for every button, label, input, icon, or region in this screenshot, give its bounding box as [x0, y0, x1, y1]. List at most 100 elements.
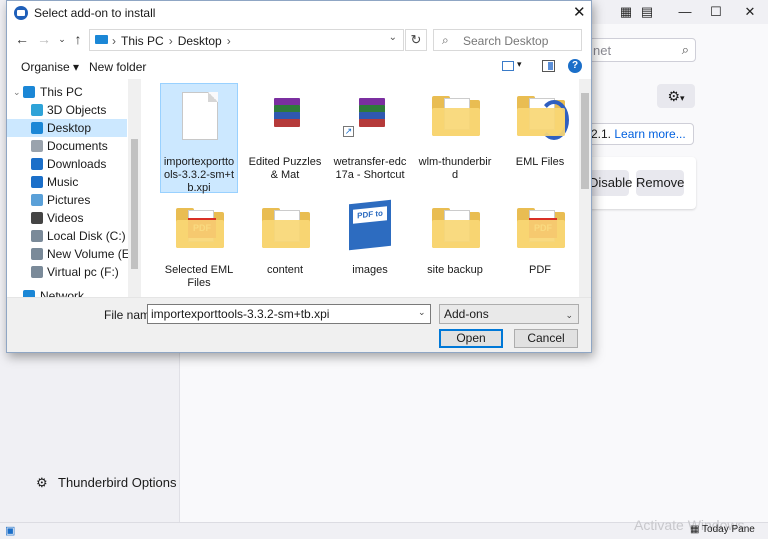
change-view-icon[interactable] — [502, 61, 514, 71]
nav-item-this-pc[interactable]: ⌄ This PC — [7, 83, 127, 101]
file-type-select[interactable]: Add-ons ⌄ — [439, 304, 579, 324]
file-item[interactable]: PDF PDF — [501, 197, 578, 297]
file-name-label: Edited Puzzles & Mat — [248, 156, 322, 181]
pdf-book-icon: PDF to — [349, 199, 391, 251]
breadcrumb-this-pc[interactable]: This PC — [121, 34, 164, 48]
file-item[interactable]: wlm-thunderbird — [416, 83, 494, 193]
nav-item-videos[interactable]: Videos — [7, 209, 127, 227]
chevron-down-icon[interactable]: ⌄ — [389, 32, 397, 43]
tools-gear-button[interactable]: ⚙▾ — [657, 84, 695, 108]
file-item[interactable]: PDF to images — [331, 197, 409, 297]
file-name-label: importexporttools-3.3.2-sm+tb.xpi — [163, 156, 235, 194]
minimize-icon[interactable]: — — [676, 3, 694, 21]
pc-icon — [95, 35, 108, 44]
folder-icon — [517, 96, 569, 140]
pictures-icon — [31, 194, 43, 206]
refresh-button[interactable]: ↻ — [405, 29, 427, 51]
document-icon — [182, 92, 218, 140]
search-desktop-input[interactable]: ⌕ Search Desktop — [433, 29, 582, 51]
music-icon — [31, 176, 43, 188]
nav-item-local-disk-c[interactable]: Local Disk (C:) — [7, 227, 127, 245]
file-name-label: Selected EML Files — [164, 264, 234, 289]
file-item[interactable]: importexporttools-3.3.2-sm+tb.xpi — [160, 83, 238, 194]
tasks-icon[interactable]: ▤ — [638, 3, 656, 21]
file-item[interactable]: EML Files — [501, 83, 578, 193]
select-addon-dialog: Select add-on to install ✕ ← → ⌄ ↑ › This… — [6, 0, 592, 353]
nav-item-label: Downloads — [47, 157, 107, 171]
organise-button[interactable]: Organise ▾ — [21, 60, 79, 74]
file-item[interactable]: content — [246, 197, 324, 297]
folder-front — [176, 220, 224, 248]
file-name-label: EML Files — [515, 156, 565, 168]
nav-item-label: Virtual pc (F:) — [47, 265, 119, 279]
maximize-icon[interactable]: ☐ — [707, 3, 725, 21]
archive-stripe — [274, 119, 300, 127]
address-bar[interactable]: › This PC › Desktop › ⌄ — [89, 29, 404, 51]
nav-item-new-volume-e[interactable]: New Volume (E:) — [7, 245, 137, 263]
file-list-scrollbar[interactable] — [579, 79, 591, 297]
cancel-button[interactable]: Cancel — [514, 329, 578, 348]
folder-icon — [262, 208, 310, 248]
videos-icon — [31, 212, 43, 224]
forward-arrow-icon[interactable]: → — [35, 30, 53, 48]
back-arrow-icon[interactable]: ← — [13, 30, 31, 48]
nav-item-downloads[interactable]: Downloads — [7, 155, 127, 173]
nav-item-network[interactable]: Network — [7, 287, 127, 297]
folder-icon — [432, 96, 480, 136]
close-window-icon[interactable]: ✕ — [741, 3, 759, 21]
remove-button[interactable]: Remove — [636, 170, 684, 196]
chevron-down-icon[interactable]: ⌄ — [418, 307, 426, 318]
today-pane-toggle[interactable]: ▦ Today Pane — [690, 524, 755, 535]
file-thumbnail: PDF — [168, 198, 232, 264]
chevron-right-icon: › — [226, 34, 231, 48]
addon-search-input[interactable]: net ⌕ — [588, 38, 696, 62]
dialog-title-bar: Select add-on to install ✕ — [7, 1, 591, 25]
chevron-down-icon[interactable]: ⌄ — [13, 83, 21, 101]
folder-front — [432, 108, 480, 136]
drive-icon — [31, 248, 43, 260]
drive-icon — [31, 266, 43, 278]
scrollbar-thumb[interactable] — [581, 93, 589, 189]
calendar-icon[interactable]: ▦ — [617, 3, 635, 21]
nav-item-desktop[interactable]: Desktop — [7, 119, 127, 137]
chevron-down-icon[interactable]: ▾ — [517, 59, 522, 70]
nav-item-documents[interactable]: Documents — [7, 137, 127, 155]
up-arrow-icon[interactable]: ↑ — [69, 30, 87, 48]
help-icon[interactable]: ? — [568, 59, 582, 73]
preview-pane-icon[interactable] — [542, 60, 555, 72]
learn-more-link[interactable]: Learn more... — [614, 127, 685, 141]
file-item[interactable]: Edited Puzzles & Mat — [246, 83, 324, 193]
disable-button[interactable]: Disable — [589, 170, 632, 196]
gear-icon: ⚙ — [36, 475, 48, 490]
file-name-field[interactable]: importexporttools-3.3.2-sm+tb.xpi — [147, 304, 431, 324]
breadcrumb-desktop[interactable]: Desktop — [178, 34, 222, 48]
dialog-title: Select add-on to install — [34, 6, 156, 20]
nav-item-label: Pictures — [47, 193, 91, 207]
nav-item-virtual-pc-f[interactable]: Virtual pc (F:) — [7, 263, 127, 281]
file-thumbnail — [168, 86, 232, 152]
command-bar: Organise ▾ New folder ▾ ? — [7, 56, 591, 78]
nav-item-3d-objects[interactable]: 3D Objects — [7, 101, 127, 119]
compat-notice: 2.1. Learn more... — [588, 123, 694, 145]
nav-item-music[interactable]: Music — [7, 173, 127, 191]
nav-item-label: Local Disk (C:) — [47, 229, 126, 243]
navigation-scrollbar[interactable] — [128, 79, 141, 297]
file-item[interactable]: PDF Selected EML Files — [160, 197, 238, 297]
file-thumbnail — [509, 86, 573, 152]
folder-icon: PDF — [176, 208, 224, 248]
thunderbird-options-link[interactable]: ⚙ Thunderbird Options — [36, 475, 177, 491]
file-name-label: wlm-thunderbird — [418, 156, 492, 181]
nav-item-label: Documents — [47, 139, 108, 153]
scrollbar-thumb[interactable] — [131, 139, 138, 269]
nav-item-pictures[interactable]: Pictures — [7, 191, 127, 209]
nav-item-label: Network — [40, 289, 85, 297]
folder-front — [432, 220, 480, 248]
open-button[interactable]: Open — [439, 329, 503, 348]
file-item[interactable]: ↗ wetransfer-edc17a - Shortcut — [331, 83, 409, 193]
file-thumbnail — [424, 198, 488, 264]
file-item[interactable]: site backup — [416, 197, 494, 297]
new-folder-button[interactable]: New folder — [89, 60, 146, 74]
dialog-close-button[interactable]: ✕ — [573, 3, 586, 21]
download-icon — [31, 158, 43, 170]
folder-front — [262, 220, 310, 248]
